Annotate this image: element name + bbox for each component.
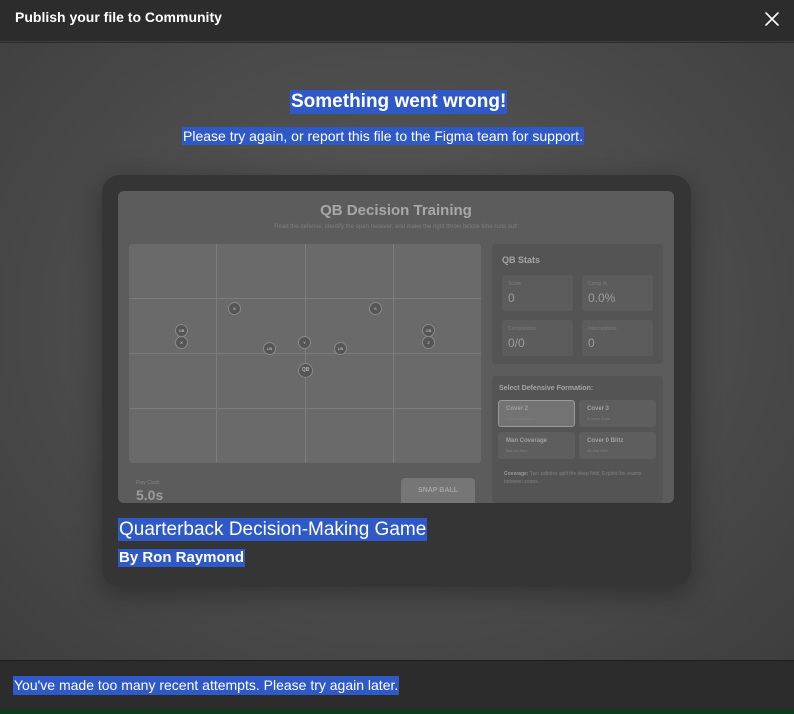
player-marker: S (369, 302, 382, 315)
background-edge (0, 709, 794, 714)
formation-option-sub: All-Out Blitz (587, 448, 608, 453)
dialog-footer: You've made too many recent attempts. Pl… (0, 660, 794, 709)
formation-description-label: Coverage: (504, 471, 529, 477)
formation-option-name: Cover 3 (587, 406, 610, 412)
formation-option-name: Cover 2 (506, 406, 529, 412)
football-field: S S CB X LB Y LB CB Z QB (129, 244, 481, 463)
dialog-header: Publish your file to Community (0, 0, 794, 42)
formation-option-sub: 2 Deep Safeties (506, 416, 535, 421)
formation-option-name: Man Coverage (506, 438, 548, 444)
qb-stats-panel: QB Stats Score 0 Comp % 0.0% Completions… (492, 244, 663, 364)
stat-label: Interceptions (588, 326, 617, 332)
quarterback-marker: QB (298, 363, 313, 378)
formation-description: Coverage: Two safeties split the deep fi… (504, 470, 654, 486)
formation-option-sub: 3 Deep Zone (587, 416, 611, 421)
stat-box: Comp % 0.0% (582, 275, 653, 311)
stats-title: QB Stats (502, 255, 541, 265)
dialog-title: Publish your file to Community (15, 9, 222, 25)
field-line (129, 408, 481, 409)
file-preview-card: QB Decision Training Read the defense, i… (102, 175, 691, 587)
file-name: Quarterback Decision-Making Game (118, 518, 428, 541)
stat-label: Completions (508, 326, 536, 332)
formation-panel: Select Defensive Formation: Cover 2 2 De… (492, 376, 663, 503)
formation-option-sub: Man-to-Man (506, 448, 528, 453)
stat-label: Comp % (588, 281, 608, 287)
formation-option: Cover 2 2 Deep Safeties (498, 400, 575, 427)
field-line (129, 298, 481, 299)
error-message: Please try again, or report this file to… (182, 127, 584, 145)
field-line (129, 353, 481, 354)
formation-option-name: Cover 0 Blitz (587, 438, 624, 444)
player-marker: X (175, 336, 188, 349)
formation-option: Cover 3 3 Deep Zone (579, 400, 656, 427)
stat-box: Interceptions 0 (582, 320, 653, 356)
player-marker: S (228, 302, 241, 315)
stat-box: Score 0 (502, 275, 573, 311)
file-author: By Ron Raymond (118, 549, 246, 567)
stat-label: Score (508, 281, 522, 287)
error-heading: Something went wrong! (290, 90, 508, 114)
stat-value: 0 (588, 336, 595, 350)
player-marker: LB (263, 342, 276, 355)
stat-value: 0.0% (588, 291, 616, 305)
formation-title: Select Defensive Formation: (499, 385, 594, 392)
player-marker: Z (422, 336, 435, 349)
close-icon (765, 12, 779, 26)
formation-option: Cover 0 Blitz All-Out Blitz (579, 432, 656, 459)
snap-ball-button: SNAP BALL (401, 478, 475, 503)
thumbnail-subtitle: Read the defense, identify the open rece… (274, 224, 518, 230)
close-button[interactable] (762, 9, 782, 29)
stat-value: 0/0 (508, 336, 525, 350)
player-marker: Y (298, 336, 311, 349)
play-clock-label: Play Clock (136, 480, 160, 486)
thumbnail-title: QB Decision Training (320, 202, 472, 219)
stat-value: 0 (508, 291, 515, 305)
play-clock-value: 5.0s (136, 487, 164, 503)
file-thumbnail: QB Decision Training Read the defense, i… (118, 191, 674, 503)
publish-dialog: Publish your file to Community Something… (0, 0, 794, 714)
formation-option: Man Coverage Man-to-Man (498, 432, 575, 459)
rate-limit-message: You've made too many recent attempts. Pl… (13, 676, 400, 695)
dialog-body: Something went wrong! Please try again, … (0, 43, 794, 660)
player-marker: LB (334, 342, 347, 355)
stat-box: Completions 0/0 (502, 320, 573, 356)
